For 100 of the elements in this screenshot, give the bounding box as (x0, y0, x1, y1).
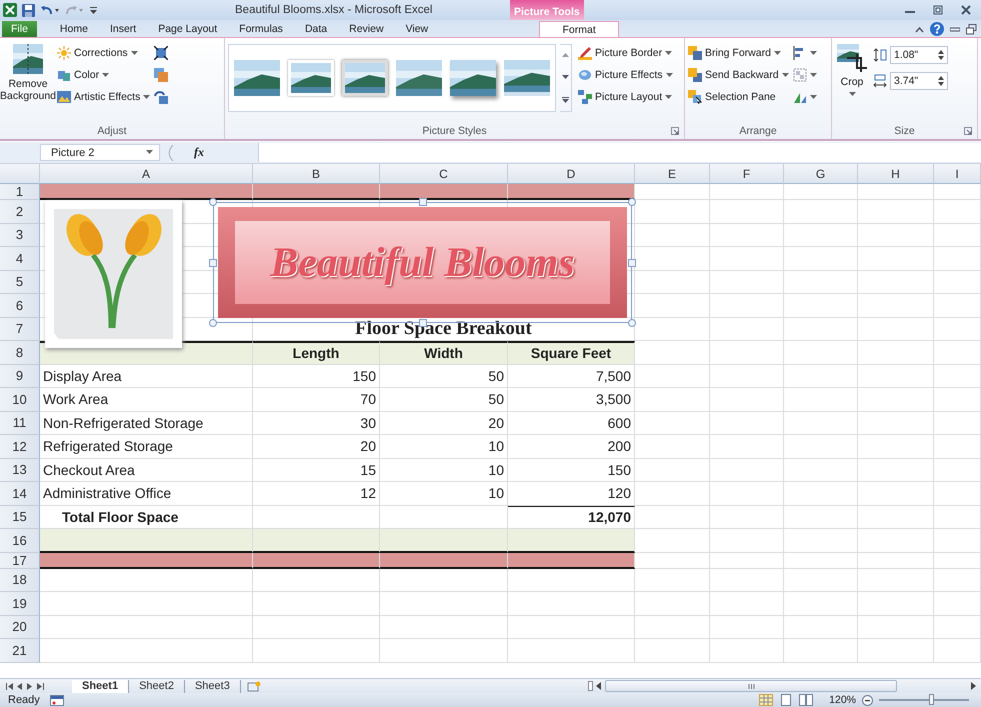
zoom-out-icon[interactable] (862, 694, 873, 706)
ribbon-command[interactable]: Artistic Effects (57, 88, 150, 106)
dropdown-arrow-icon[interactable] (143, 94, 150, 100)
dropdown-arrow-icon[interactable] (102, 72, 110, 78)
ribbon-command[interactable]: Picture Effects (578, 66, 673, 84)
row-header[interactable]: 15 (0, 506, 40, 529)
customize-menu-icon[interactable] (90, 4, 98, 16)
selection-handle[interactable] (209, 319, 217, 327)
row-header[interactable]: 11 (0, 412, 40, 435)
insert-function-button[interactable]: fx (194, 145, 204, 160)
column-header[interactable]: F (710, 164, 784, 184)
row-header[interactable]: 14 (0, 482, 40, 506)
row-header[interactable]: 13 (0, 458, 40, 482)
row-header[interactable]: 8 (0, 341, 40, 364)
scroll-right-icon[interactable] (971, 682, 977, 690)
ribbon-command[interactable]: Picture Border (578, 44, 673, 62)
row-header[interactable]: 10 (0, 388, 40, 412)
selection-handle[interactable] (209, 198, 217, 206)
ribbon-tab[interactable]: View (394, 21, 440, 37)
dropdown-arrow-icon[interactable] (848, 92, 856, 97)
dialog-launcher-icon[interactable] (671, 127, 679, 135)
help-icon[interactable] (930, 22, 944, 36)
picture-style-option[interactable] (396, 60, 442, 96)
record-macro-icon[interactable] (50, 694, 64, 706)
remove-background-button[interactable]: Remove Background (3, 41, 53, 123)
more-styles-icon[interactable] (562, 96, 569, 103)
normal-view-icon[interactable] (759, 694, 774, 706)
dropdown-arrow-icon[interactable] (810, 94, 817, 100)
spinner-icon[interactable] (938, 50, 944, 60)
scroll-left-icon[interactable] (596, 682, 602, 690)
row-header[interactable]: 19 (0, 592, 40, 616)
row-header[interactable]: 16 (0, 529, 40, 552)
undo-icon[interactable] (40, 4, 60, 16)
row-header[interactable]: 4 (0, 247, 40, 270)
save-icon[interactable] (22, 4, 35, 16)
previous-sheet-icon[interactable] (17, 682, 23, 690)
row-header[interactable]: 2 (0, 200, 40, 224)
dropdown-arrow-icon[interactable] (665, 94, 672, 100)
width-field[interactable]: 3.74" (890, 72, 948, 90)
ribbon-command[interactable]: Selection Pane (688, 88, 789, 106)
spinner-icon[interactable] (938, 76, 944, 86)
column-header[interactable]: I (934, 164, 981, 184)
split-handle-icon[interactable] (588, 681, 593, 691)
height-field[interactable]: 1.08" (890, 46, 948, 64)
ribbon-tab[interactable]: Data (294, 21, 338, 37)
selection-handle[interactable] (628, 258, 636, 266)
formula-field[interactable] (258, 143, 981, 162)
ribbon-tab[interactable]: Page Layout (147, 21, 228, 37)
ribbon-tab[interactable]: Format (539, 21, 620, 37)
dropdown-arrow-icon[interactable] (146, 150, 153, 155)
selection-handle[interactable] (418, 319, 426, 327)
collapse-ribbon-icon[interactable] (915, 26, 924, 32)
dropdown-arrow-icon[interactable] (666, 72, 673, 78)
column-header[interactable]: H (858, 164, 934, 184)
selection-handle[interactable] (628, 319, 636, 327)
change-picture-icon[interactable] (154, 68, 168, 82)
row-header[interactable]: 18 (0, 568, 40, 592)
insert-sheet-icon[interactable] (246, 680, 261, 692)
row-header[interactable]: 21 (0, 639, 40, 662)
row-header[interactable]: 6 (0, 294, 40, 318)
picture-style-option[interactable] (504, 60, 550, 96)
scrollbar-thumb[interactable] (605, 680, 897, 692)
ribbon-command[interactable]: Corrections (57, 44, 150, 62)
picture-style-option[interactable] (342, 60, 388, 96)
dialog-launcher-icon[interactable] (964, 127, 972, 135)
scroll-up-icon[interactable] (562, 53, 569, 58)
ribbon-tab[interactable]: Insert (98, 21, 148, 37)
ribbon-command[interactable]: Color (57, 66, 150, 84)
zoom-level[interactable]: 120% (829, 694, 856, 706)
dropdown-arrow-icon[interactable] (782, 72, 789, 78)
name-box[interactable]: Picture 2 (40, 144, 160, 161)
first-sheet-icon[interactable] (6, 682, 13, 690)
restore-workbook-icon[interactable] (966, 24, 977, 34)
row-header[interactable]: 12 (0, 435, 40, 458)
crop-button[interactable]: Crop (835, 41, 869, 123)
group-objects-icon[interactable] (792, 68, 807, 82)
row-header[interactable]: 9 (0, 364, 40, 388)
page-break-view-icon[interactable] (799, 694, 814, 706)
zoom-slider-thumb[interactable] (929, 694, 934, 705)
picture-style-option[interactable] (234, 60, 280, 96)
ribbon-tab[interactable]: Review (338, 21, 395, 37)
row-header[interactable]: 5 (0, 270, 40, 294)
next-sheet-icon[interactable] (27, 682, 33, 690)
ribbon-tab[interactable]: Formulas (228, 21, 294, 37)
dropdown-arrow-icon[interactable] (130, 50, 138, 56)
row-header[interactable]: 1 (0, 184, 40, 200)
sheet-tab[interactable]: Sheet1 (72, 680, 130, 692)
scroll-down-icon[interactable] (562, 74, 569, 80)
dropdown-arrow-icon[interactable] (665, 50, 672, 56)
excel-logo-icon[interactable] (3, 3, 17, 17)
dropdown-arrow-icon[interactable] (810, 50, 817, 56)
row-header[interactable]: 7 (0, 318, 40, 341)
dropdown-arrow-icon[interactable] (810, 72, 817, 78)
selection-handle[interactable] (628, 198, 636, 206)
last-sheet-icon[interactable] (37, 682, 44, 690)
page-layout-view-icon[interactable] (779, 694, 794, 706)
row-header[interactable]: 3 (0, 224, 40, 247)
selection-handle[interactable] (418, 198, 426, 206)
file-menu-button[interactable]: File (2, 21, 37, 37)
ribbon-command[interactable]: Bring Forward (688, 44, 789, 62)
